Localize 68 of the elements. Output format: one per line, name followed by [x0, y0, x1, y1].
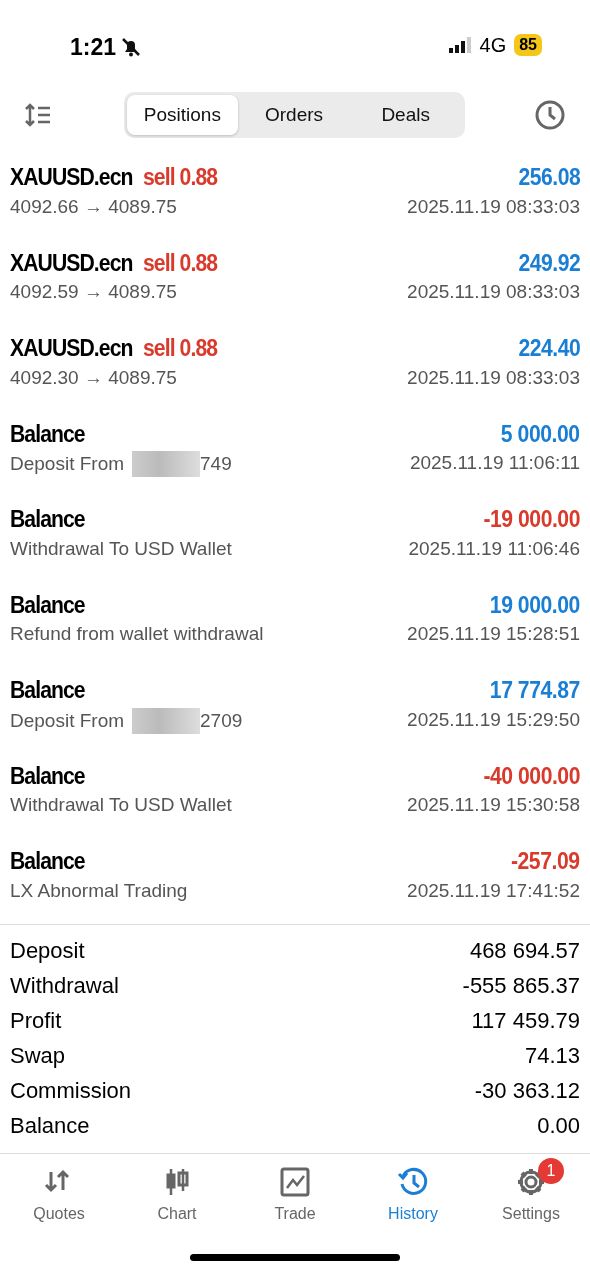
deal-time: 2025.11.19 15:29:50	[407, 707, 580, 732]
amount-value: 249.92	[518, 248, 580, 278]
tab-bar-item[interactable]: Quotes	[0, 1165, 118, 1226]
trade-direction: sell 0.88	[143, 334, 218, 363]
amount-value: 224.40	[518, 334, 580, 363]
operation-label: Balance	[10, 761, 85, 791]
history-icon	[397, 1165, 429, 1198]
summary-value: 117 459.79	[471, 1006, 580, 1035]
operation-comment: Withdrawal To USD Wallet	[10, 793, 232, 817]
deal-time: 2025.11.19 11:06:11	[409, 451, 580, 475]
amount-value: -40 000.00	[483, 761, 580, 791]
summary-value: 74.13	[524, 1041, 580, 1070]
tab-bar-item[interactable]: Chart	[118, 1165, 236, 1226]
symbol-label: XAUUSD.ecn	[10, 334, 133, 363]
trade-direction: sell 0.88	[143, 248, 218, 278]
line-chart-icon	[279, 1165, 311, 1198]
amount-value: -257.09	[511, 847, 580, 876]
summary-value: -555 865.37	[462, 971, 580, 1000]
tab-bar-item[interactable]: History	[354, 1165, 472, 1226]
operation-comment: Refund from wallet withdrawal	[10, 622, 264, 646]
operation-comment: 2709	[200, 708, 243, 733]
clock-time: 1:21	[70, 33, 117, 62]
price-range: 4092.66 → 4089.75	[10, 194, 178, 219]
deal-time: 2025.11.19 08:33:03	[407, 365, 580, 390]
operation-label: Balance	[10, 419, 85, 449]
summary-label: Profit	[10, 1006, 62, 1035]
deal-time: 2025.11.19 17:41:52	[407, 878, 580, 903]
operation-label: Balance	[10, 505, 85, 534]
notification-badge: 1	[538, 1157, 564, 1184]
summary-label: Swap	[10, 1041, 66, 1070]
clock-icon[interactable]	[534, 99, 566, 131]
summary-label: Deposit	[10, 936, 85, 965]
amount-value: 17 774.87	[490, 676, 580, 705]
segment-tab[interactable]: Orders	[238, 94, 350, 136]
summary-label: Withdrawal	[10, 971, 119, 1000]
summary-label: Balance	[10, 1111, 90, 1140]
trade-direction: sell 0.88	[143, 163, 218, 192]
deal-time: 2025.11.19 15:30:58	[407, 793, 580, 817]
operation-comment: Deposit From	[10, 708, 125, 733]
network-type: 4G	[479, 33, 507, 58]
operation-label: Balance	[10, 590, 85, 620]
tab-bar-item[interactable]: Trade	[236, 1165, 354, 1226]
summary-value: 0.00	[537, 1111, 580, 1140]
segment-tab[interactable]: Positions	[126, 94, 239, 136]
summary-label: Commission	[10, 1076, 132, 1105]
amount-value: 5 000.00	[501, 419, 580, 449]
summary-value: 468 694.57	[469, 936, 580, 965]
operation-comment: Deposit From	[10, 452, 125, 476]
amount-value: -19 000.00	[483, 505, 580, 534]
price-range: 4092.59 → 4089.75	[10, 280, 178, 304]
amount-value: 19 000.00	[490, 590, 580, 620]
battery-level: 85	[514, 34, 542, 56]
operation-label: Balance	[10, 847, 85, 876]
operation-comment: Withdrawal To USD Wallet	[10, 536, 232, 561]
deal-time: 2025.11.19 08:33:03	[407, 280, 580, 304]
operation-label: Balance	[10, 676, 85, 705]
deal-time: 2025.11.19 11:06:46	[408, 536, 580, 561]
symbol-label: XAUUSD.ecn	[10, 248, 133, 278]
deal-time: 2025.11.19 15:28:51	[407, 622, 580, 646]
signal-icon	[447, 37, 472, 53]
operation-comment: 749	[200, 452, 232, 476]
segment-tab[interactable]: Deals	[349, 94, 462, 136]
deal-time: 2025.11.19 08:33:03	[407, 194, 580, 219]
symbol-label: XAUUSD.ecn	[10, 163, 133, 192]
price-range: 4092.30 → 4089.75	[10, 365, 178, 390]
operation-comment: LX Abnormal Trading	[10, 878, 188, 903]
amount-value: 256.08	[518, 163, 580, 192]
summary-value: -30 363.12	[474, 1076, 580, 1105]
